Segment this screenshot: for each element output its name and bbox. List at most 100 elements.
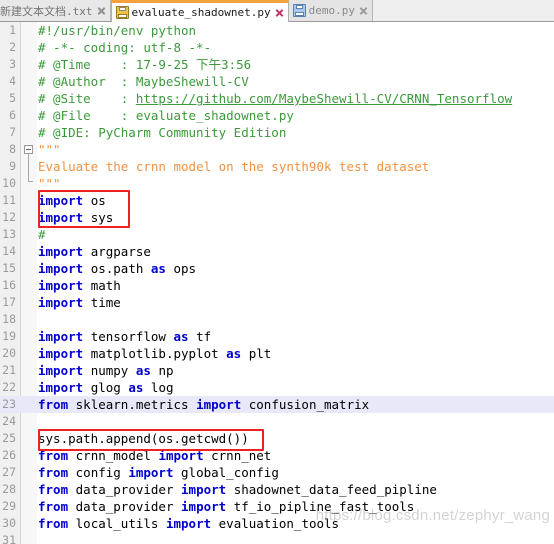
tab-label: demo.py <box>308 4 355 17</box>
line-number: 21 <box>2 363 16 377</box>
line-number: 19 <box>2 329 16 343</box>
tab-new-text-document[interactable]: 新建文本文档.txt <box>0 0 111 21</box>
code-line[interactable]: 26 from crnn_model import crnn_net <box>0 447 554 464</box>
line-content: import sys <box>38 210 114 225</box>
close-icon[interactable] <box>358 5 369 16</box>
line-number: 8 <box>9 142 16 156</box>
line-number: 2 <box>9 40 16 54</box>
line-number: 22 <box>2 380 16 394</box>
code-line[interactable]: 10 """ <box>0 175 554 192</box>
code-line[interactable]: 8 """ <box>0 141 554 158</box>
code-line[interactable]: 14 import argparse <box>0 243 554 260</box>
code-line[interactable]: 27 from config import global_config <box>0 464 554 481</box>
close-icon[interactable] <box>274 7 285 18</box>
line-content: import glog as log <box>38 380 174 395</box>
line-number: 30 <box>2 516 16 530</box>
url-link[interactable]: https://github.com/MaybeShewill-CV/CRNN_… <box>136 91 512 106</box>
line-number: 25 <box>2 431 16 445</box>
line-number: 12 <box>2 210 16 224</box>
line-number: 28 <box>2 482 16 496</box>
python-file-icon <box>292 4 306 17</box>
line-content: # <box>38 227 46 242</box>
line-content: # @Time : 17-9-25 下午3:56 <box>38 57 252 72</box>
line-number: 10 <box>2 176 16 190</box>
code-line[interactable]: 2 # -*- coding: utf-8 -*- <box>0 39 554 56</box>
code-line[interactable]: 28 from data_provider import shadownet_d… <box>0 481 554 498</box>
python-file-icon <box>115 6 129 19</box>
code-line[interactable]: 24 <box>0 413 554 430</box>
line-number: 15 <box>2 261 16 275</box>
line-number: 6 <box>9 108 16 122</box>
code-line[interactable]: 15 import os.path as ops <box>0 260 554 277</box>
line-number: 4 <box>9 74 16 88</box>
line-content: # -*- coding: utf-8 -*- <box>38 40 212 55</box>
code-line-active[interactable]: 23 from sklearn.metrics import confusion… <box>0 396 554 413</box>
code-editor-area[interactable]: 1 #!/usr/bin/env python 2 # -*- coding: … <box>0 22 554 544</box>
code-line[interactable]: 18 <box>0 311 554 328</box>
tab-label: evaluate_shadownet.py <box>131 6 271 19</box>
tab-label: 新建文本文档.txt <box>0 4 93 18</box>
code-line[interactable]: 17 import time <box>0 294 554 311</box>
editor-tab-bar: 新建文本文档.txt evaluate_shadownet.py demo.py <box>0 0 554 22</box>
line-number: 18 <box>2 312 16 326</box>
line-content: sys.path.append(os.getcwd()) <box>38 431 249 446</box>
line-content: import time <box>38 295 121 310</box>
line-content: from local_utils import evaluation_tools <box>38 516 340 531</box>
code-line[interactable]: 25 sys.path.append(os.getcwd()) <box>0 430 554 447</box>
line-content: import argparse <box>38 244 151 259</box>
line-content: import math <box>38 278 121 293</box>
line-content: Evaluate the crnn model on the synth90k … <box>38 159 430 174</box>
line-number: 26 <box>2 448 16 462</box>
line-content: import matplotlib.pyplot as plt <box>38 346 272 361</box>
code-line[interactable]: 9 Evaluate the crnn model on the synth90… <box>0 158 554 175</box>
line-number: 9 <box>9 159 16 173</box>
code-line[interactable]: 16 import math <box>0 277 554 294</box>
close-icon[interactable] <box>96 5 107 16</box>
line-content: # @IDE: PyCharm Community Edition <box>38 125 287 140</box>
line-content: import os <box>38 193 106 208</box>
code-line[interactable]: 1 #!/usr/bin/env python <box>0 22 554 39</box>
line-number: 16 <box>2 278 16 292</box>
line-content: import numpy as np <box>38 363 174 378</box>
line-content: #!/usr/bin/env python <box>38 23 197 38</box>
line-content: from config import global_config <box>38 465 279 480</box>
editor-window: 新建文本文档.txt evaluate_shadownet.py demo.py <box>0 0 554 544</box>
line-number: 7 <box>9 125 16 139</box>
code-line[interactable]: 7 # @IDE: PyCharm Community Edition <box>0 124 554 141</box>
line-number: 20 <box>2 346 16 360</box>
line-number: 14 <box>2 244 16 258</box>
code-line[interactable]: 21 import numpy as np <box>0 362 554 379</box>
line-number: 5 <box>9 91 16 105</box>
line-content: # @File : evaluate_shadownet.py <box>38 108 294 123</box>
line-number: 13 <box>2 227 16 241</box>
line-content: from crnn_model import crnn_net <box>38 448 272 463</box>
tab-evaluate-shadownet-py[interactable]: evaluate_shadownet.py <box>110 0 289 22</box>
code-line[interactable]: 19 import tensorflow as tf <box>0 328 554 345</box>
code-line[interactable]: 6 # @File : evaluate_shadownet.py <box>0 107 554 124</box>
code-line[interactable]: 12 import sys <box>0 209 554 226</box>
code-line[interactable]: 20 import matplotlib.pyplot as plt <box>0 345 554 362</box>
watermark-text: https://blog.csdn.net/zephyr_wang <box>315 507 550 524</box>
code-line[interactable]: 11 import os <box>0 192 554 209</box>
line-content: """ <box>38 142 61 157</box>
line-number: 17 <box>2 295 16 309</box>
line-content: import tensorflow as tf <box>38 329 212 344</box>
code-line[interactable]: 3 # @Time : 17-9-25 下午3:56 <box>0 56 554 73</box>
line-content: from sklearn.metrics import confusion_ma… <box>38 397 370 412</box>
code-line[interactable]: 13 # <box>0 226 554 243</box>
line-number: 11 <box>2 193 16 207</box>
code-line[interactable]: 31 <box>0 532 554 544</box>
line-number: 27 <box>2 465 16 479</box>
line-number: 31 <box>2 533 16 544</box>
line-content: # @Author : MaybeShewill-CV <box>38 74 249 89</box>
code-line[interactable]: 22 import glog as log <box>0 379 554 396</box>
code-line[interactable]: 5 # @Site : https://github.com/MaybeShew… <box>0 90 554 107</box>
line-content: from data_provider import shadownet_data… <box>38 482 437 497</box>
line-content: import os.path as ops <box>38 261 197 276</box>
line-number: 3 <box>9 57 16 71</box>
code-line[interactable]: 4 # @Author : MaybeShewill-CV <box>0 73 554 90</box>
line-content: # @Site : https://github.com/MaybeShewil… <box>38 91 513 106</box>
line-number: 29 <box>2 499 16 513</box>
line-number: 24 <box>2 414 16 428</box>
tab-demo-py[interactable]: demo.py <box>288 0 373 21</box>
